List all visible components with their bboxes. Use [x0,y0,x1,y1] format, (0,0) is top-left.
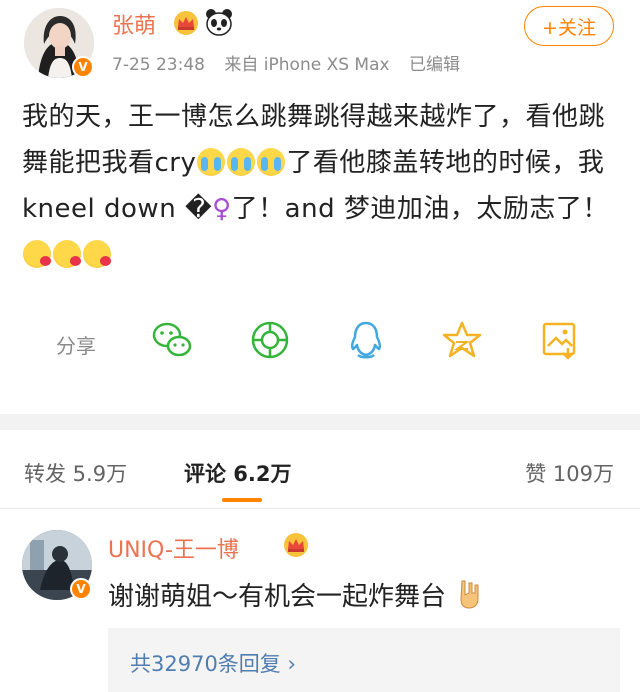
replies-box[interactable]: 共32970条回复 › [108,628,620,692]
moments-icon[interactable] [248,318,292,362]
verified-badge-icon: V [70,578,92,600]
qq-icon[interactable] [344,318,388,362]
post-source[interactable]: 来自 iPhone XS Max [224,55,389,75]
crown-badge-icon [172,10,200,40]
unknown-glyph: � [184,194,213,224]
tab-comments[interactable]: 评论 6.2万 [184,458,292,488]
tab-likes[interactable]: 赞 109万 [525,458,614,488]
commenter-name[interactable]: UNIQ-王一博 [108,532,239,564]
verified-badge-icon: V [72,56,94,78]
blowing-kiss-emoji-icon [83,240,111,268]
share-bar: 分享 [0,318,640,370]
post-timestamp: 7-25 23:48 [112,55,205,75]
stats-tabs: 转发 5.9万 评论 6.2万 赞 109万 [0,440,640,510]
venus-symbol: ♀ [212,194,232,224]
panda-badge-icon [204,8,234,40]
rock-hand-emoji-icon [456,579,484,616]
post-text-part: 了！and 梦迪加油，太励志了！ [231,194,609,224]
comment-text: 谢谢萌姐～有机会一起炸舞台 [108,576,484,616]
save-image-icon[interactable] [538,318,582,362]
crying-emoji-icon [197,148,226,176]
section-divider [0,414,640,430]
crown-badge-icon [282,532,310,562]
comment-body: 谢谢萌姐～有机会一起炸舞台 [108,582,447,612]
active-tab-indicator [222,498,262,502]
crying-emoji-icon [257,148,286,176]
view-replies-link[interactable]: 共32970条回复 › [130,648,296,678]
tabs-divider [0,508,640,509]
blowing-kiss-emoji-icon [23,240,51,268]
blowing-kiss-emoji-icon [53,240,81,268]
post-meta: 7-25 23:48 来自 iPhone XS Max 已编辑 [112,50,474,75]
tab-repost[interactable]: 转发 5.9万 [24,458,127,488]
wechat-icon[interactable] [150,318,194,362]
edited-label[interactable]: 已编辑 [409,55,460,75]
qzone-star-icon[interactable] [440,318,484,362]
post-text: 我的天，王一博怎么跳舞跳得越来越炸了，看他跳舞能把我看cry 了看他膝盖转地的时候… [22,94,622,278]
follow-button[interactable]: +关注 [524,6,614,46]
share-label: 分享 [56,334,96,358]
crying-emoji-icon [227,148,256,176]
poster-name[interactable]: 张萌 [112,8,156,40]
